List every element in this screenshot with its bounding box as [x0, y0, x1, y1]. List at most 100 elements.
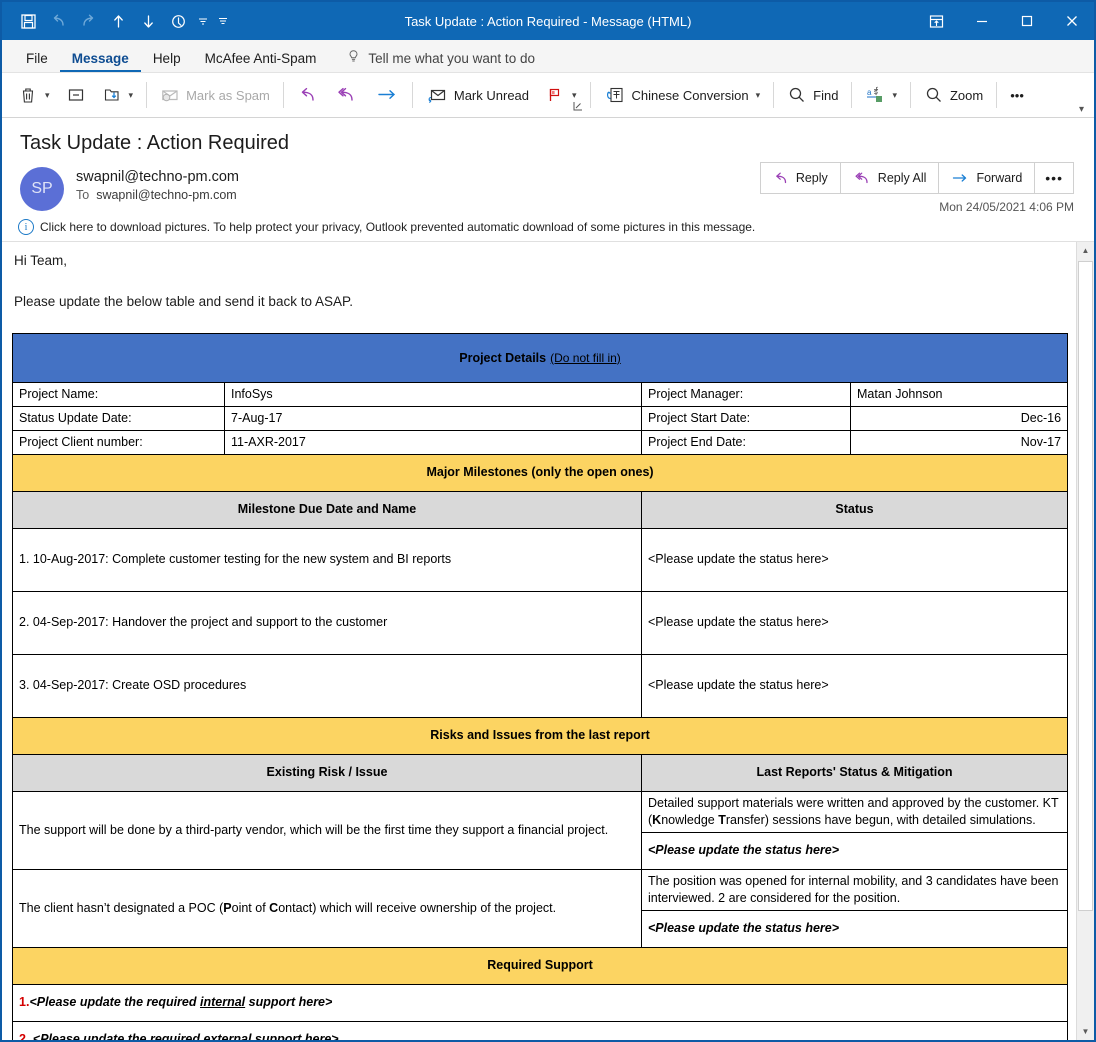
scroll-down-button[interactable]: ▼	[1077, 1023, 1094, 1040]
flag-chevron-down-icon[interactable]: ▾	[572, 90, 577, 101]
required-support-item-2[interactable]: 2. <Please update the required external …	[13, 1021, 1068, 1040]
delete-chevron-down-icon[interactable]: ▾	[45, 90, 50, 101]
recipient-address[interactable]: swapnil@techno-pm.com	[96, 188, 237, 202]
info-icon: i	[18, 219, 34, 235]
tell-me-label: Tell me what you want to do	[368, 51, 535, 66]
project-manager-label: Project Manager:	[642, 382, 851, 406]
move-to-folder-button[interactable]: ▾	[94, 78, 142, 112]
delete-button[interactable]: ▾	[10, 78, 58, 112]
risk-1-status-k: K	[652, 813, 661, 827]
mark-unread-button[interactable]: Mark Unread	[418, 78, 537, 112]
ribbon-divider	[146, 82, 147, 108]
chinese-conversion-chevron-down-icon[interactable]: ▾	[756, 90, 761, 101]
status-update-date-value[interactable]: 7-Aug-17	[225, 406, 642, 430]
risk-2-placeholder[interactable]: <Please update the status here>	[642, 910, 1068, 947]
title-bar: Task Update : Action Required - Message …	[2, 2, 1094, 40]
customize-quick-access-icon[interactable]	[214, 7, 232, 35]
maximize-button[interactable]	[1004, 2, 1049, 40]
message-timestamp: Mon 24/05/2021 4:06 PM	[939, 200, 1074, 214]
ribbon-divider	[283, 82, 284, 108]
chinese-conversion-label: Chinese Conversion	[632, 88, 749, 103]
ribbon-toolbar: ▾ ▾ Mark as Spam Mark Unread	[2, 73, 1094, 118]
mark-unread-label: Mark Unread	[454, 88, 529, 103]
tell-me-search[interactable]: Tell me what you want to do	[328, 49, 547, 72]
table-row: 2. 04-Sep-2017: Handover the project and…	[13, 591, 1068, 654]
chinese-conversion-button[interactable]: Chinese Conversion ▾	[596, 78, 769, 112]
project-client-number-label: Project Client number:	[13, 430, 225, 454]
menu-item-file[interactable]: File	[14, 52, 60, 73]
project-manager-value[interactable]: Matan Johnson	[851, 382, 1068, 406]
redo-icon[interactable]	[74, 7, 102, 35]
reply-label: Reply	[796, 171, 828, 185]
vertical-scrollbar[interactable]: ▲ ▼	[1076, 242, 1094, 1040]
close-button[interactable]	[1049, 2, 1094, 40]
risk-1-status-pre: Detailed support materials were written …	[648, 796, 1043, 810]
find-label: Find	[813, 88, 838, 103]
project-name-value[interactable]: InfoSys	[225, 382, 642, 406]
message-more-actions-button[interactable]: •••	[1034, 162, 1074, 194]
scrollbar-thumb[interactable]	[1078, 261, 1093, 911]
message-header: Task Update : Action Required SP swapnil…	[2, 118, 1094, 211]
quick-access-chevron-down-icon[interactable]	[194, 7, 212, 35]
sender-address[interactable]: swapnil@techno-pm.com	[76, 169, 239, 185]
table-row: Required Support	[13, 947, 1068, 984]
project-status-table: Project Details(Do not fill in) Project …	[12, 333, 1068, 1040]
ribbon-display-options-icon[interactable]	[914, 2, 959, 40]
mark-as-spam-button[interactable]: Mark as Spam	[152, 78, 278, 112]
table-row: 3. 04-Sep-2017: Create OSD procedures <P…	[13, 654, 1068, 717]
milestone-2-status[interactable]: <Please update the status here>	[642, 591, 1068, 654]
reply-all-ribbon-button[interactable]	[327, 78, 367, 112]
table-row: 2. <Please update the required external …	[13, 1021, 1068, 1040]
intro-text: Please update the below table and send i…	[14, 294, 1064, 309]
milestone-3-status[interactable]: <Please update the status here>	[642, 654, 1068, 717]
scroll-up-button[interactable]: ▲	[1077, 242, 1094, 259]
project-details-note: (Do not fill in)	[550, 351, 621, 365]
download-pictures-text: Click here to download pictures. To help…	[40, 220, 755, 234]
zoom-button[interactable]: Zoom	[916, 78, 991, 112]
save-icon[interactable]	[14, 7, 42, 35]
reply-icon	[773, 171, 789, 185]
project-start-date-value[interactable]: Dec-16	[851, 406, 1068, 430]
table-row: Risks and Issues from the last report	[13, 717, 1068, 754]
minimize-button[interactable]	[959, 2, 1004, 40]
milestone-1-status[interactable]: <Please update the status here>	[642, 528, 1068, 591]
archive-button[interactable]	[58, 78, 94, 112]
support-2-emphasis: external	[203, 1032, 251, 1040]
download-pictures-infobar[interactable]: i Click here to download pictures. To he…	[2, 211, 1094, 241]
ribbon-divider	[590, 82, 591, 108]
menu-item-mcafee-anti-spam[interactable]: McAfee Anti-Spam	[193, 52, 329, 73]
risk-1-placeholder[interactable]: <Please update the status here>	[642, 832, 1068, 869]
undo-icon[interactable]	[44, 7, 72, 35]
milestones-band: Major Milestones (only the open ones)	[13, 454, 1068, 491]
project-client-number-value[interactable]: 11-AXR-2017	[225, 430, 642, 454]
previous-item-icon[interactable]	[104, 7, 132, 35]
scrollbar-track[interactable]	[1077, 259, 1094, 1023]
tags-dialog-launcher-icon[interactable]	[573, 101, 583, 113]
reply-button[interactable]: Reply	[760, 162, 841, 194]
find-button[interactable]: Find	[779, 78, 846, 112]
reply-all-button[interactable]: Reply All	[840, 162, 940, 194]
ribbon-divider	[851, 82, 852, 108]
support-1-number: 1.	[19, 995, 29, 1009]
next-item-icon[interactable]	[134, 7, 162, 35]
project-end-date-label: Project End Date:	[642, 430, 851, 454]
forward-ribbon-button[interactable]	[367, 78, 407, 112]
ribbon-collapse-chevron-down-icon[interactable]: ▾	[1079, 104, 1094, 117]
milestone-2-name: 2. 04-Sep-2017: Handover the project and…	[13, 591, 642, 654]
required-support-item-1[interactable]: 1.<Please update the required internal s…	[13, 984, 1068, 1021]
risk-2-desc-p: P	[223, 901, 231, 915]
svg-text:a: a	[867, 88, 872, 97]
forward-icon	[951, 171, 969, 185]
reply-ribbon-button[interactable]	[289, 78, 327, 112]
ribbon-more-button[interactable]: •••	[1002, 78, 1032, 112]
forward-button[interactable]: Forward	[938, 162, 1035, 194]
menu-item-message[interactable]: Message	[60, 52, 141, 73]
translate-chevron-down-icon[interactable]: ▾	[892, 90, 897, 101]
touch-mode-icon[interactable]	[164, 7, 192, 35]
translate-button[interactable]: aई ▾	[857, 78, 905, 112]
move-chevron-down-icon[interactable]: ▾	[129, 90, 134, 101]
project-end-date-value[interactable]: Nov-17	[851, 430, 1068, 454]
menu-item-help[interactable]: Help	[141, 52, 193, 73]
message-actions: Reply Reply All Forward •••	[761, 162, 1074, 194]
table-row: Project Client number: 11-AXR-2017 Proje…	[13, 430, 1068, 454]
